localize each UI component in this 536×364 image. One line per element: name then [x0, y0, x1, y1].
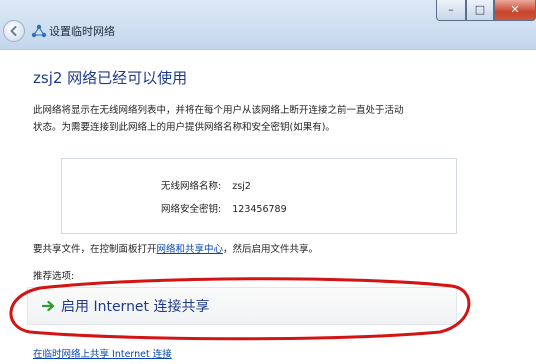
page-title: zsj2 网络已经可以使用 [33, 69, 188, 87]
network-info-box: 无线网络名称: zsj2 网络安全密钥: 123456789 [61, 158, 457, 234]
network-name-row: 无线网络名称: zsj2 [161, 178, 251, 192]
close-button[interactable]: ✕ [494, 0, 536, 21]
share-internet-link[interactable]: 在临时网络上共享 Internet 连接 [33, 346, 172, 360]
security-key-label: 网络安全密钥: [161, 204, 222, 215]
description-line-2: 状态。为需要连接到此网络上的用户提供网络名称和安全密钥(如果有)。 [33, 122, 335, 133]
security-key-row: 网络安全密钥: 123456789 [161, 201, 287, 215]
security-key-value: 123456789 [232, 204, 287, 215]
recommended-options-label: 推荐选项: [33, 271, 75, 282]
back-button[interactable] [3, 20, 25, 42]
back-arrow-icon [10, 26, 17, 36]
share-text-after: ，然后启用文件共享。 [223, 244, 319, 255]
window-titlebar: – □ ✕ 设置临时网络 [0, 0, 536, 50]
share-text-before: 要共享文件，在控制面板打开 [33, 244, 157, 255]
close-icon: ✕ [510, 3, 520, 16]
window-title: 设置临时网络 [49, 25, 115, 38]
network-icon [31, 24, 47, 38]
description-line-1: 此网络将显示在无线网络列表中，并将在每个用户从该网络上断开连接之前一直处于活动 [33, 105, 404, 116]
minimize-button[interactable]: – [436, 0, 466, 21]
network-sharing-center-link[interactable]: 网络和共享中心 [157, 244, 224, 255]
green-arrow-icon [42, 300, 55, 312]
window-controls: – □ ✕ [436, 0, 536, 22]
maximize-button[interactable]: □ [466, 0, 494, 21]
maximize-icon: □ [474, 3, 486, 16]
minimize-icon: – [448, 3, 454, 16]
file-sharing-hint: 要共享文件，在控制面板打开网络和共享中心，然后启用文件共享。 [33, 241, 318, 255]
wizard-content: zsj2 网络已经可以使用 此网络将显示在无线网络列表中，并将在每个用户从该网络… [0, 51, 536, 364]
network-name-label: 无线网络名称: [161, 181, 222, 192]
network-name-value: zsj2 [232, 181, 251, 192]
enable-ics-option[interactable]: 启用 Internet 连接共享 [27, 287, 457, 325]
enable-ics-label: 启用 Internet 连接共享 [61, 299, 210, 315]
